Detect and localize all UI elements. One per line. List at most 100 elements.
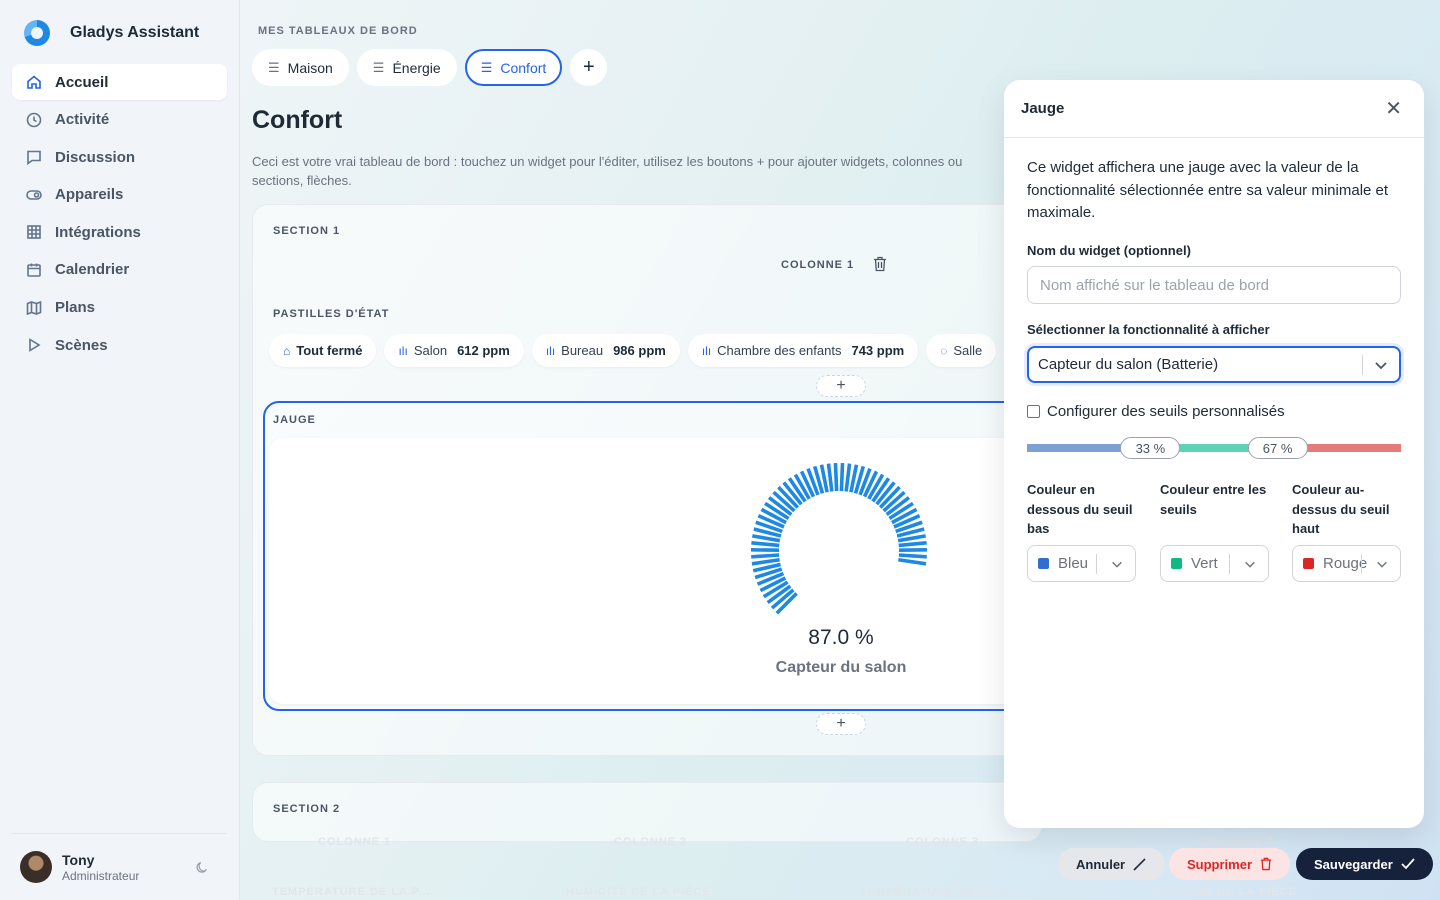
gauge-feature-name: Capteur du salon [775, 659, 907, 676]
user-panel[interactable]: Tony Administrateur [12, 833, 227, 900]
gauge-tick [898, 541, 927, 548]
color-swatch [1038, 558, 1049, 569]
column-label: COLONNE 2 [614, 836, 688, 848]
select-divider [1362, 355, 1363, 375]
section-2: SECTION 2 [252, 782, 1042, 842]
widget-label: HUMIDITÉ DE LA PIÈCE [1152, 886, 1297, 898]
status-pill[interactable]: ◌ Salle [926, 334, 997, 367]
status-pill[interactable]: ılı Chambre des enfants 743 ppm [687, 334, 919, 367]
checkbox[interactable] [1027, 405, 1040, 418]
low-color-select[interactable]: Bleu [1027, 545, 1136, 582]
dialog-description: Ce widget affichera une jauge avec la va… [1027, 159, 1389, 221]
high-threshold-handle[interactable]: 67 % [1247, 437, 1308, 459]
tab-label: Confort [500, 59, 547, 76]
calendar-icon [27, 263, 41, 277]
gauge-tick [826, 463, 834, 492]
column-label: COLONNE 4 [1200, 836, 1274, 848]
tab-energie[interactable]: ☰ Énergie [356, 49, 457, 86]
pill-value: 986 ppm [613, 343, 666, 358]
gauge-value: 87.0 % [808, 626, 874, 649]
low-color-label: Couleur en dessous du seuil bas [1027, 482, 1133, 536]
app-name: Gladys Assistant [70, 24, 200, 41]
mid-color-select[interactable]: Vert [1160, 545, 1269, 582]
sidebar: Gladys Assistant Accueil Activité Discus… [0, 0, 240, 900]
gauge-tick [839, 462, 845, 492]
pill-name: Chambre des enfants [717, 343, 842, 358]
bar-chart-icon: ılı [545, 343, 556, 358]
dialog-title: Jauge [1021, 100, 1065, 117]
widget-label: TEMPÉRATURE DE LA P... [272, 886, 431, 898]
save-button[interactable]: Sauvegarder [1296, 848, 1433, 880]
tab-maison[interactable]: ☰ Maison [252, 49, 349, 86]
sidebar-item-label: Plans [55, 299, 96, 317]
sidebar-item-scenes[interactable]: Scènes [12, 327, 227, 363]
avatar [20, 851, 52, 883]
section-label: SECTION 2 [273, 803, 341, 815]
pencil-icon [1133, 858, 1146, 871]
save-label: Sauvegarder [1314, 856, 1393, 872]
trash-icon[interactable] [873, 256, 887, 272]
widget-label: JAUGE [273, 414, 316, 426]
sidebar-item-plans[interactable]: Plans [12, 290, 227, 326]
sidebar-item-discussion[interactable]: Discussion [12, 139, 227, 175]
widget-name-label: Nom du widget (optionnel) [1027, 243, 1191, 258]
add-widget-button[interactable]: + [816, 375, 866, 397]
widget-label: HUMIDITÉ DE LA PIÈCE [566, 886, 711, 898]
low-threshold-handle[interactable]: 33 % [1120, 437, 1181, 459]
brand[interactable]: Gladys Assistant [24, 20, 199, 46]
add-dashboard-button[interactable]: + [570, 49, 608, 86]
gauge-tick [751, 541, 780, 548]
status-pill[interactable]: ılı Bureau 986 ppm [531, 334, 680, 367]
bar-chart-icon: ılı [701, 343, 712, 358]
select-divider [1361, 554, 1362, 574]
delete-label: Supprimer [1187, 856, 1253, 872]
sidebar-item-label: Scènes [55, 336, 108, 354]
sidebar-item-calendrier[interactable]: Calendrier [12, 252, 227, 288]
sidebar-item-label: Discussion [55, 148, 136, 166]
pill-name: Salon [413, 343, 448, 358]
status-pill[interactable]: ılı Salon 612 ppm [384, 334, 524, 367]
plus-icon: + [836, 715, 846, 732]
sidebar-item-accueil[interactable]: Accueil [12, 64, 227, 100]
chat-icon [27, 150, 41, 166]
drag-handle-icon: ☰ [480, 59, 493, 75]
pill-value: 612 ppm [457, 343, 510, 358]
gauge-widget-body: 87.0 % Capteur du salon [269, 438, 1049, 704]
threshold-slider[interactable]: 33 % 67 % [1027, 437, 1401, 459]
gauge-tick [751, 553, 780, 559]
sidebar-item-activite[interactable]: Activité [12, 102, 227, 138]
sidebar-item-label: Activité [55, 111, 110, 129]
feature-select[interactable]: Capteur du salon (Batterie) [1027, 346, 1401, 383]
home-icon: ⌂ [283, 343, 291, 358]
delete-button[interactable]: Supprimer [1169, 848, 1291, 880]
tab-confort[interactable]: ☰ Confort [464, 49, 563, 86]
status-pills: ⌂ Tout fermé ılı Salon 612 ppm ılı Burea… [269, 334, 997, 367]
widget-name-input[interactable]: Nom affiché sur le tableau de bord [1027, 266, 1401, 304]
high-color-select[interactable]: Rouge [1292, 545, 1401, 582]
sidebar-item-integrations[interactable]: Intégrations [12, 214, 227, 250]
status-pill[interactable]: ⌂ Tout fermé [269, 334, 377, 367]
cancel-label: Annuler [1076, 856, 1126, 872]
checkbox-label: Configurer des seuils personnalisés [1047, 403, 1285, 420]
sidebar-item-appareils[interactable]: Appareils [12, 177, 227, 213]
custom-thresholds-checkbox[interactable]: Configurer des seuils personnalisés [1027, 403, 1285, 420]
add-widget-button[interactable]: + [816, 713, 866, 735]
cancel-button[interactable]: Annuler [1058, 848, 1166, 880]
section-label: SECTION 1 [273, 225, 341, 237]
main-nav: Accueil Activité Discussion Appareils In… [12, 64, 227, 365]
widget-label: TEMPÉRATURE DE LA P... [860, 886, 1019, 898]
moon-icon[interactable] [195, 860, 209, 874]
gauge-widget[interactable]: JAUGE 87.0 % Capteur du salon [263, 401, 1053, 711]
column-label: COLONNE 1 [781, 259, 855, 271]
toggle-icon [26, 189, 42, 200]
plus-icon: + [836, 377, 846, 394]
close-icon[interactable]: ✕ [1385, 96, 1402, 121]
mid-color-label: Couleur entre les seuils [1160, 482, 1267, 517]
chevron-down-icon [1377, 561, 1387, 568]
drag-handle-icon: ☰ [372, 59, 385, 75]
tab-label: Énergie [392, 59, 441, 76]
gauge-tick [898, 553, 927, 559]
chevron-down-icon [1375, 362, 1387, 370]
page-description: Ceci est votre vrai tableau de bord : to… [252, 154, 963, 188]
check-icon [1401, 858, 1415, 870]
